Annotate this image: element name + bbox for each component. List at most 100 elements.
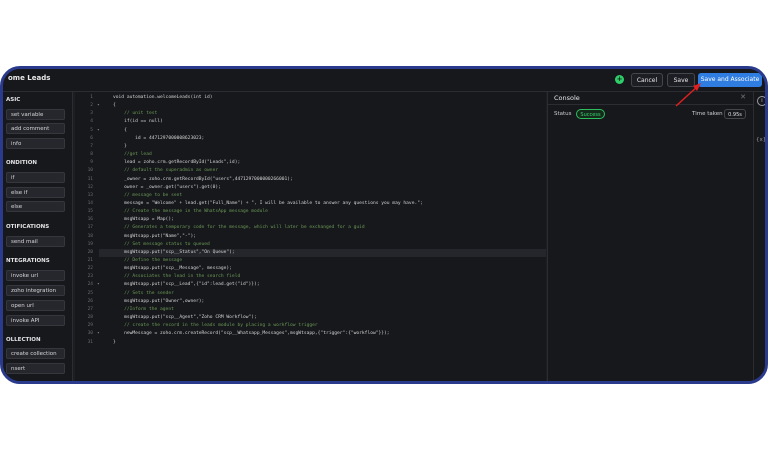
code-line[interactable]: msgWtsapp.put("scp__Lead",{"id":lead.get…: [113, 282, 260, 287]
cancel-button[interactable]: Cancel: [631, 73, 663, 87]
line-number: 24: [87, 282, 93, 288]
sidebar-item[interactable]: invoke url: [6, 270, 65, 281]
page-title: ome Leads: [8, 74, 51, 82]
line-number: 31: [87, 339, 93, 345]
line-number: 10: [87, 168, 93, 174]
line-number: 1: [90, 95, 93, 100]
info-icon[interactable]: i: [757, 96, 765, 106]
code-line[interactable]: // Sets the sender: [113, 291, 174, 296]
code-line[interactable]: {: [113, 103, 116, 108]
line-number: 7: [90, 143, 93, 149]
code-line[interactable]: msgWtsapp.put("scp__Agent","Zoho CRM Wor…: [113, 315, 257, 320]
code-line[interactable]: newMessage = zoho.crm.createRecord("scp_…: [113, 331, 390, 336]
fold-chevron-icon[interactable]: ▾: [97, 103, 100, 108]
time-taken-label: Time taken: [692, 111, 723, 117]
sidebar-item[interactable]: zoho integration: [6, 285, 65, 296]
line-number: 3: [90, 111, 93, 117]
code-line[interactable]: owner = _owner.get("users").get(0);: [113, 185, 221, 190]
sidebar-item[interactable]: nsert: [6, 363, 65, 374]
code-line[interactable]: }: [113, 340, 116, 345]
sidebar-item[interactable]: add comment: [6, 123, 65, 134]
code-line[interactable]: // Define the message: [113, 258, 182, 263]
line-number: 12: [87, 184, 93, 190]
line-number: 11: [87, 176, 93, 182]
sidebar-item[interactable]: info: [6, 138, 65, 149]
line-number: 15: [87, 209, 93, 215]
time-taken-value: 0.95s: [724, 109, 746, 119]
sidebar-item[interactable]: else if: [6, 187, 65, 198]
line-number: 28: [87, 315, 93, 321]
line-number: 30: [87, 331, 93, 337]
sidebar-item[interactable]: else: [6, 201, 65, 212]
line-number: 2: [90, 103, 93, 109]
code-line[interactable]: // unit test: [113, 111, 157, 116]
status-label: Status: [554, 111, 572, 117]
code-line[interactable]: // create the record in the leads module…: [113, 323, 318, 328]
line-number: 17: [87, 225, 93, 231]
code-line[interactable]: // Generates a temporary code for the me…: [113, 225, 365, 230]
line-number: 14: [87, 200, 93, 206]
line-number: 4: [90, 119, 93, 125]
top-bar: ome Leads + Cancel Save Save and Associa…: [3, 69, 765, 92]
sidebar-item[interactable]: send mail: [6, 236, 65, 247]
code-line[interactable]: if(id == null): [113, 119, 163, 124]
line-number: 20: [87, 249, 93, 255]
code-line[interactable]: //Inform the agent: [113, 307, 174, 312]
line-number: 18: [87, 233, 93, 239]
save-and-associate-button[interactable]: Save and Associate: [698, 73, 762, 87]
line-number: 23: [87, 274, 93, 280]
sidebar-section-label: OLLECTION: [6, 337, 41, 343]
line-number: 6: [90, 135, 93, 141]
sidebar-item[interactable]: create collection: [6, 348, 65, 359]
code-line[interactable]: msgWtsapp = Map();: [113, 217, 174, 222]
code-line[interactable]: // default the superadmin as owner: [113, 168, 218, 173]
code-line[interactable]: {: [113, 128, 127, 133]
save-button[interactable]: Save: [667, 73, 695, 87]
sidebar-item[interactable]: invoke API: [6, 315, 65, 326]
sidebar-item[interactable]: if: [6, 172, 65, 183]
line-number: 9: [90, 160, 93, 166]
line-number: 5: [90, 127, 93, 133]
sidebar-item[interactable]: set variable: [6, 109, 65, 120]
code-line[interactable]: msgWtsapp.put("Name","-");: [113, 234, 196, 239]
fold-chevron-icon[interactable]: ▾: [97, 331, 100, 336]
app-window: ome Leads + Cancel Save Save and Associa…: [0, 66, 768, 384]
code-line[interactable]: // Create the message in the WhatsApp me…: [113, 209, 268, 214]
line-number: 19: [87, 241, 93, 247]
code-line[interactable]: // Set message status to queued: [113, 242, 210, 247]
code-line[interactable]: msgWtsapp.put("Owner",owner);: [113, 299, 204, 304]
status-badge: Success: [576, 109, 605, 119]
console-panel: Console ✕ Status Success Time taken 0.95…: [547, 92, 754, 381]
code-line[interactable]: message = "Welcome" + lead.get("Full_Nam…: [113, 201, 423, 206]
line-number: 13: [87, 192, 93, 198]
sidebar-section-label: ONDITION: [6, 160, 37, 166]
code-line[interactable]: lead = zoho.crm.getRecordById("Leads",id…: [113, 160, 240, 165]
code-line[interactable]: msgWtsapp.put("scp__Message", message);: [113, 266, 232, 271]
line-number: 25: [87, 290, 93, 296]
line-number: 8: [90, 152, 93, 158]
line-number: 26: [87, 298, 93, 304]
line-number: 22: [87, 266, 93, 272]
code-line[interactable]: id = 4471297000008623023;: [113, 136, 204, 141]
code-line[interactable]: //get lead: [113, 152, 152, 157]
plus-circle-icon[interactable]: +: [615, 75, 624, 84]
code-line[interactable]: void automation.welcomeLeads(int id): [113, 95, 213, 100]
code-line[interactable]: }: [113, 144, 127, 149]
sidebar-section-label: NTEGRATIONS: [6, 258, 50, 264]
code-line[interactable]: // Associates the lead in the search fie…: [113, 274, 240, 279]
line-number: 16: [87, 217, 93, 223]
close-icon[interactable]: ✕: [740, 93, 746, 101]
variables-icon[interactable]: {x}: [756, 137, 765, 143]
console-title: Console: [554, 94, 580, 102]
sidebar-section-label: ASIC: [6, 97, 21, 103]
sidebar-item[interactable]: open url: [6, 300, 65, 311]
console-divider: [548, 104, 754, 105]
right-rail: i {x}: [753, 92, 765, 381]
code-line[interactable]: _owner = zoho.crm.getRecordById("users",…: [113, 177, 293, 182]
code-line[interactable]: // message to be sent: [113, 193, 182, 198]
code-line[interactable]: msgWtsapp.put("scp__Status","On Queue");: [113, 250, 235, 255]
fold-chevron-icon[interactable]: ▾: [97, 128, 100, 133]
fold-chevron-icon[interactable]: ▾: [97, 282, 100, 287]
line-number: 27: [87, 306, 93, 312]
code-editor[interactable]: 1 void automation.welcomeLeads(int id) 2 ▾ {…: [75, 92, 546, 381]
